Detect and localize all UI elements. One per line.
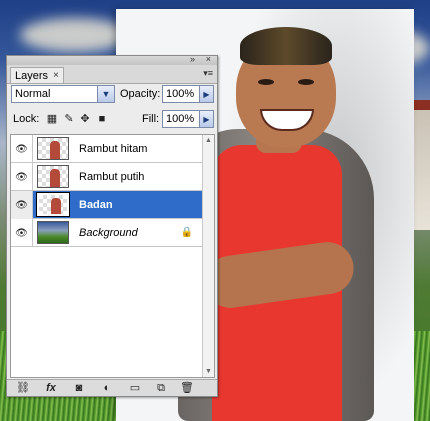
tab-label: Layers	[15, 69, 49, 82]
blend-opacity-row: Normal ▼ Opacity: 100% ▶	[7, 85, 217, 105]
adjustment-layer-icon[interactable]: ◐	[99, 381, 115, 395]
blend-mode-select[interactable]: Normal ▼	[11, 85, 115, 103]
collapse-icon[interactable]: »	[190, 54, 195, 64]
add-mask-icon[interactable]: ◙	[71, 381, 87, 395]
eye-icon[interactable]: 👁	[11, 163, 33, 191]
lock-all-icon[interactable]: ■	[96, 113, 108, 125]
layer-name: Background	[79, 227, 138, 239]
new-layer-icon[interactable]: ⧉	[153, 381, 169, 395]
panel-bottom-bar: ⛓ fx ◙ ◐ ▭ ⧉ 🗑	[7, 379, 217, 396]
eye-shape	[258, 79, 274, 85]
delete-layer-icon[interactable]: 🗑	[179, 381, 195, 395]
eye-icon[interactable]: 👁	[11, 191, 33, 219]
fill-arrow-icon[interactable]: ▶	[199, 111, 213, 127]
layer-row[interactable]: 👁 Rambut hitam	[11, 135, 203, 163]
scroll-down-icon[interactable]: ▼	[203, 366, 214, 377]
layer-row-selected[interactable]: 👁 Badan	[11, 191, 203, 219]
panel-menu-icon[interactable]: ▾≡	[203, 69, 213, 78]
layer-thumbnail	[37, 221, 69, 244]
blend-mode-value: Normal	[15, 88, 51, 100]
new-group-icon[interactable]: ▭	[127, 381, 143, 395]
tab-layers[interactable]: Layers ×	[10, 67, 64, 83]
layer-name: Rambut hitam	[79, 143, 148, 155]
layer-thumbnail	[37, 165, 69, 188]
layer-thumbnail	[36, 192, 70, 217]
tab-strip: Layers × ▾≡	[7, 65, 217, 84]
opacity-arrow-icon[interactable]: ▶	[199, 86, 213, 102]
fx-icon[interactable]: fx	[43, 381, 59, 395]
lock-icon: 🔒	[180, 227, 193, 238]
scroll-up-icon[interactable]: ▲	[203, 135, 214, 146]
opacity-field[interactable]: 100% ▶	[162, 85, 214, 103]
lock-transparent-icon[interactable]: ▦	[46, 113, 58, 125]
opacity-value: 100%	[166, 88, 195, 100]
hair-shape	[240, 27, 332, 65]
layer-name: Badan	[79, 199, 113, 211]
eye-shape	[298, 79, 314, 85]
layers-panel: » × Layers × ▾≡ Normal ▼ Opacity: 100% ▶…	[6, 54, 218, 397]
layer-thumbnail	[37, 137, 69, 160]
eye-icon[interactable]: 👁	[11, 135, 33, 163]
chevron-down-icon[interactable]: ▼	[97, 86, 114, 102]
link-layers-icon[interactable]: ⛓	[15, 381, 31, 395]
lock-fill-row: Lock: ▦ ✎ ✥ ■ Fill: 100% ▶	[7, 110, 217, 130]
layer-name: Rambut putih	[79, 171, 145, 183]
eye-icon[interactable]: 👁	[11, 219, 33, 247]
tab-close-icon[interactable]: ×	[53, 70, 59, 81]
cloud-shape	[20, 18, 130, 52]
fill-field[interactable]: 100% ▶	[162, 110, 214, 128]
lock-image-icon[interactable]: ✎	[63, 113, 75, 125]
layer-row[interactable]: 👁 Background 🔒	[11, 219, 203, 247]
scrollbar[interactable]: ▲ ▼	[202, 135, 214, 377]
layers-list: 👁 Rambut hitam 👁 Rambut putih 👁 Badan 👁 …	[10, 134, 215, 378]
fill-value: 100%	[166, 113, 195, 125]
fill-label: Fill:	[142, 113, 160, 125]
opacity-label: Opacity:	[120, 88, 161, 100]
close-icon[interactable]: ×	[206, 54, 211, 64]
lock-label: Lock:	[13, 113, 40, 125]
layer-row[interactable]: 👁 Rambut putih	[11, 163, 203, 191]
lock-position-icon[interactable]: ✥	[79, 113, 91, 125]
